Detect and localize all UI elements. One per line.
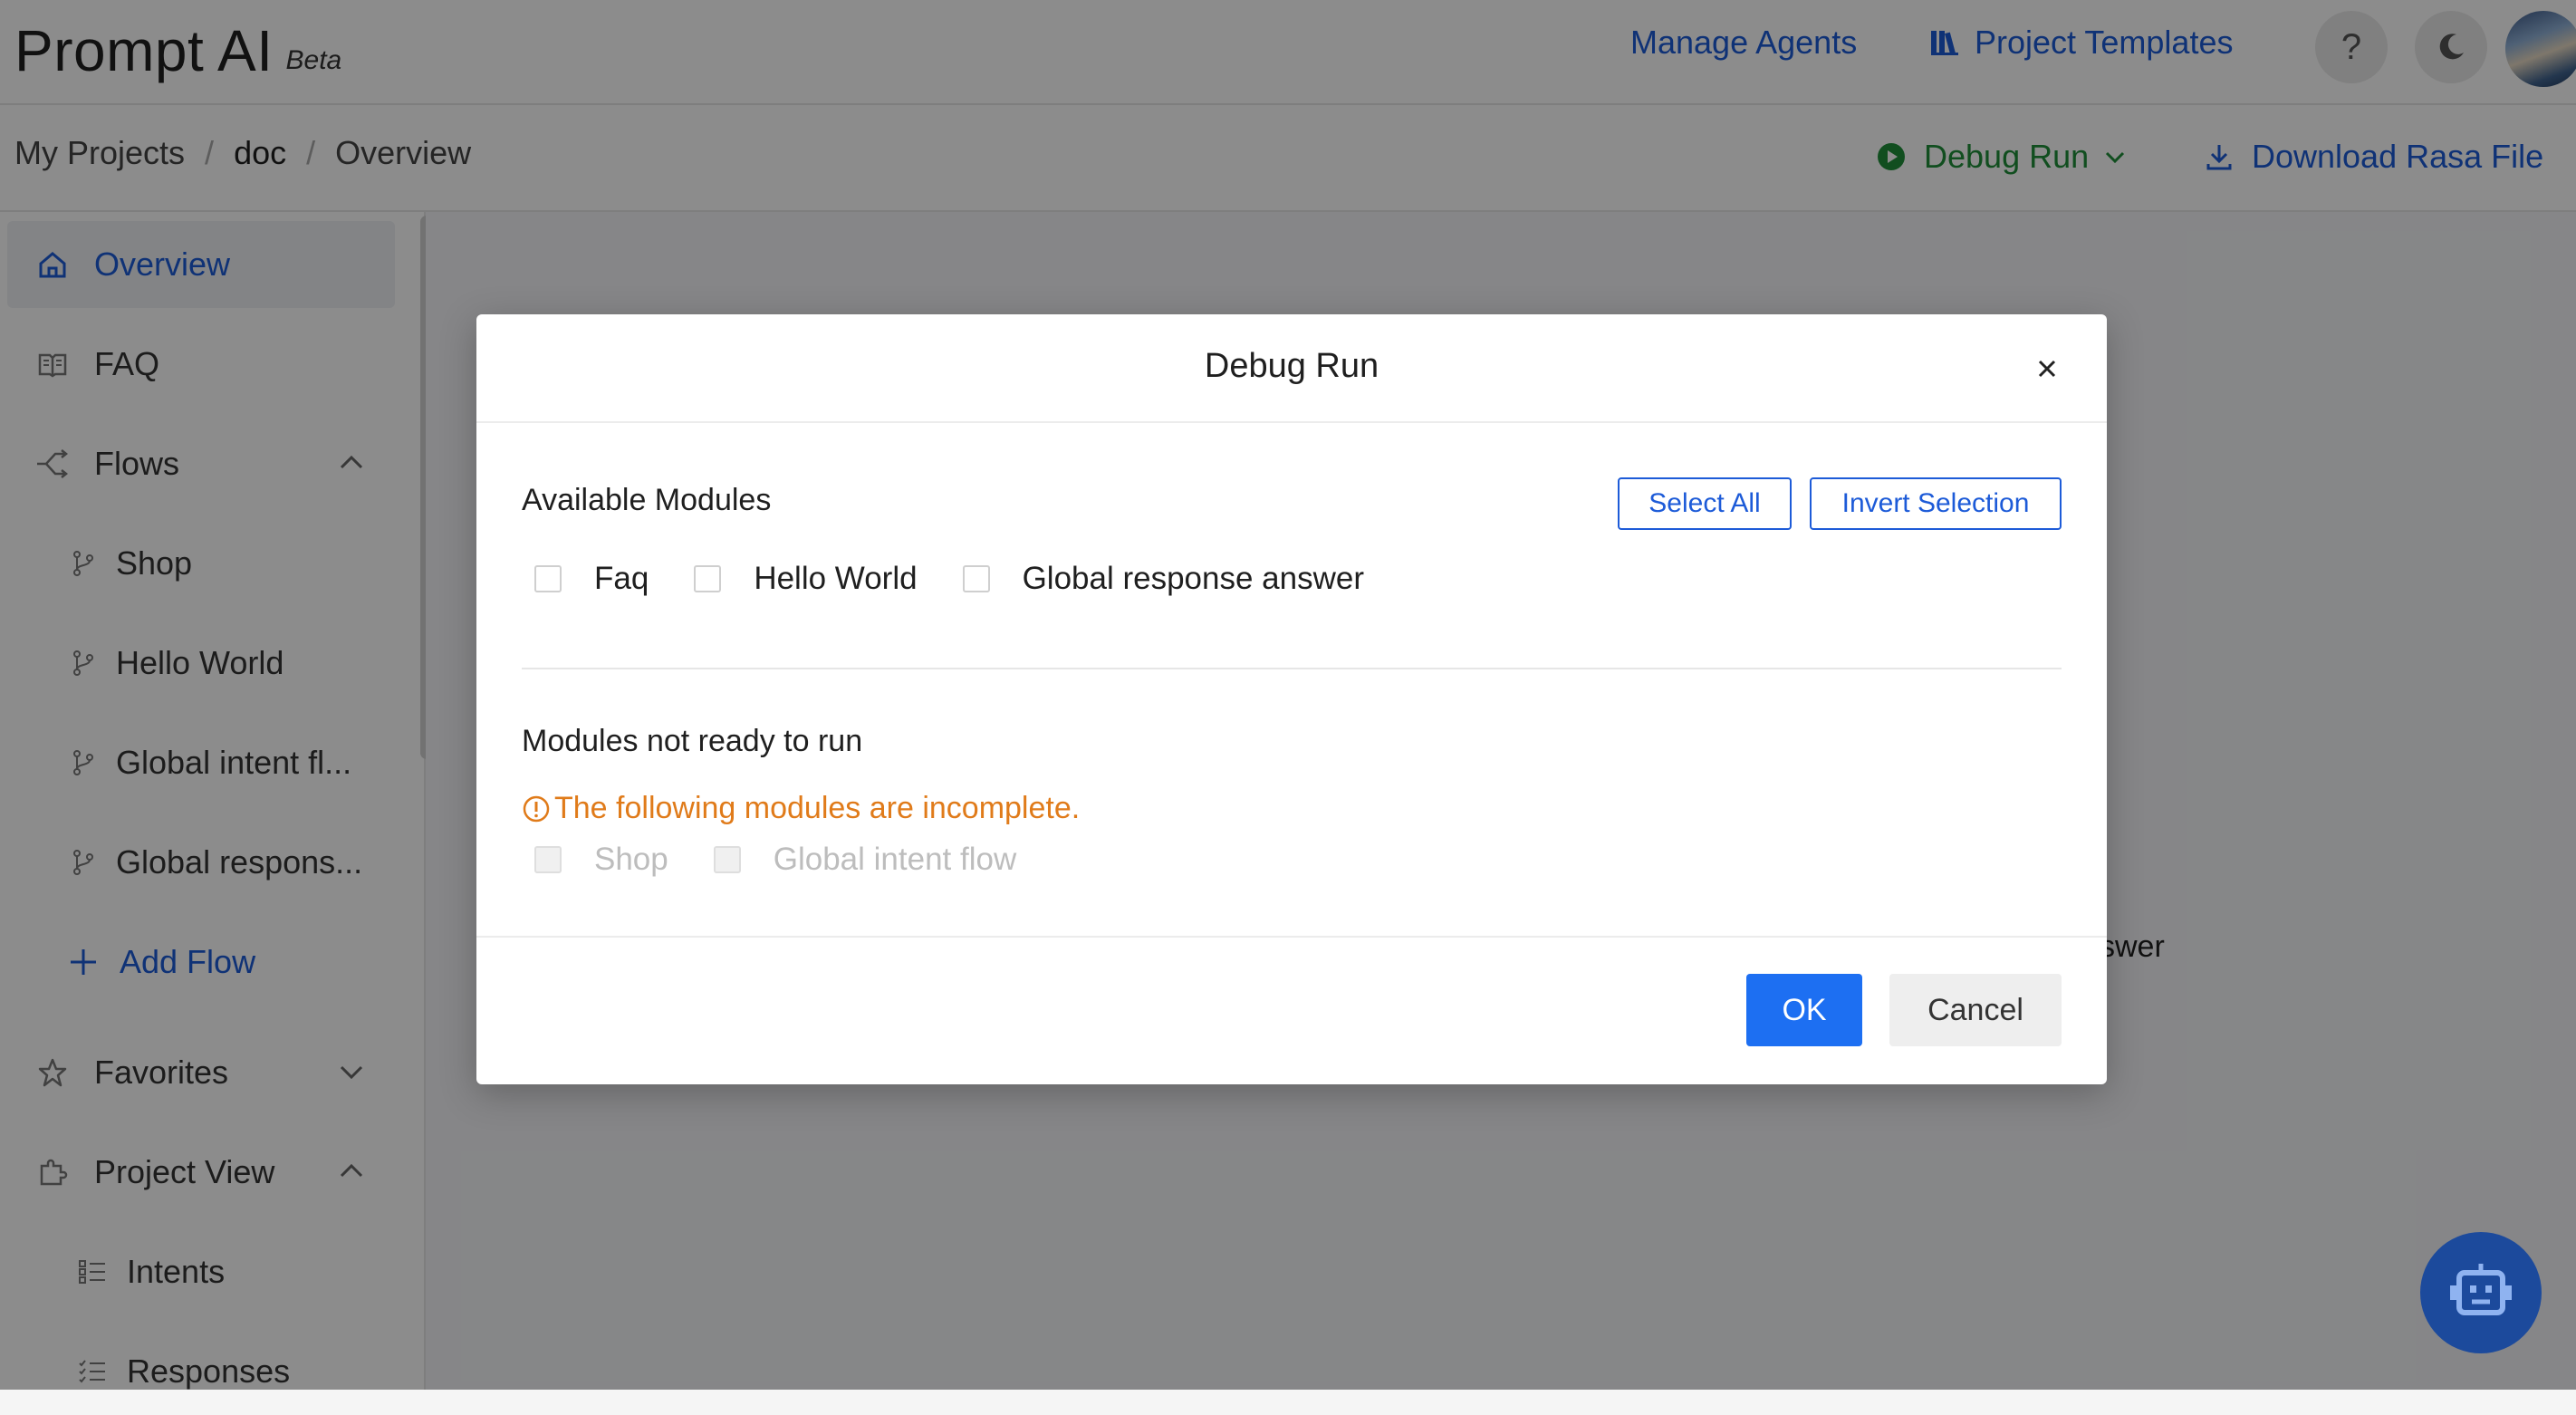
checkbox [534,846,562,873]
debug-run-modal: Debug Run Available Modules Select All I… [476,314,2107,1084]
module-checkbox-hello-world[interactable]: Hello World [694,561,918,597]
checkbox-label: Global response answer [1022,561,1364,596]
checkbox-label: Global intent flow [773,842,1017,877]
chatbot-button[interactable] [2420,1232,2542,1353]
module-checkbox-global-intent-flow-disabled: Global intent flow [713,842,1017,878]
available-modules-title: Available Modules [522,483,772,517]
cancel-button[interactable]: Cancel [1889,974,2062,1046]
checkbox [713,846,741,873]
checkbox[interactable] [962,565,990,592]
modal-footer-divider [476,936,2107,938]
warning-text: The following modules are incomplete. [554,791,1081,825]
modal-header: Debug Run [476,314,2107,423]
checkbox[interactable] [694,565,722,592]
close-icon [2036,358,2058,380]
incomplete-warning: The following modules are incomplete. [522,791,1080,826]
module-checkbox-shop-disabled: Shop [534,842,668,878]
checkbox-label: Faq [594,561,649,596]
checkbox[interactable] [534,565,562,592]
module-checkbox-global-response-answer[interactable]: Global response answer [962,561,1364,597]
checkbox-label: Shop [594,842,668,877]
robot-icon [2445,1260,2517,1325]
available-modules-list: Faq Hello World Global response answer [534,561,1409,597]
exclamation-circle-icon [522,794,551,823]
ok-button[interactable]: OK [1746,974,1862,1046]
close-button[interactable] [2029,351,2065,387]
module-checkbox-faq[interactable]: Faq [534,561,649,597]
checkbox-label: Hello World [754,561,918,596]
invert-selection-button[interactable]: Invert Selection [1810,477,2062,530]
section-divider [522,668,2062,669]
incomplete-modules-list: Shop Global intent flow [534,842,1062,878]
not-ready-modules-title: Modules not ready to run [522,724,863,758]
modal-title: Debug Run [1204,347,1379,385]
select-all-button[interactable]: Select All [1618,477,1792,530]
